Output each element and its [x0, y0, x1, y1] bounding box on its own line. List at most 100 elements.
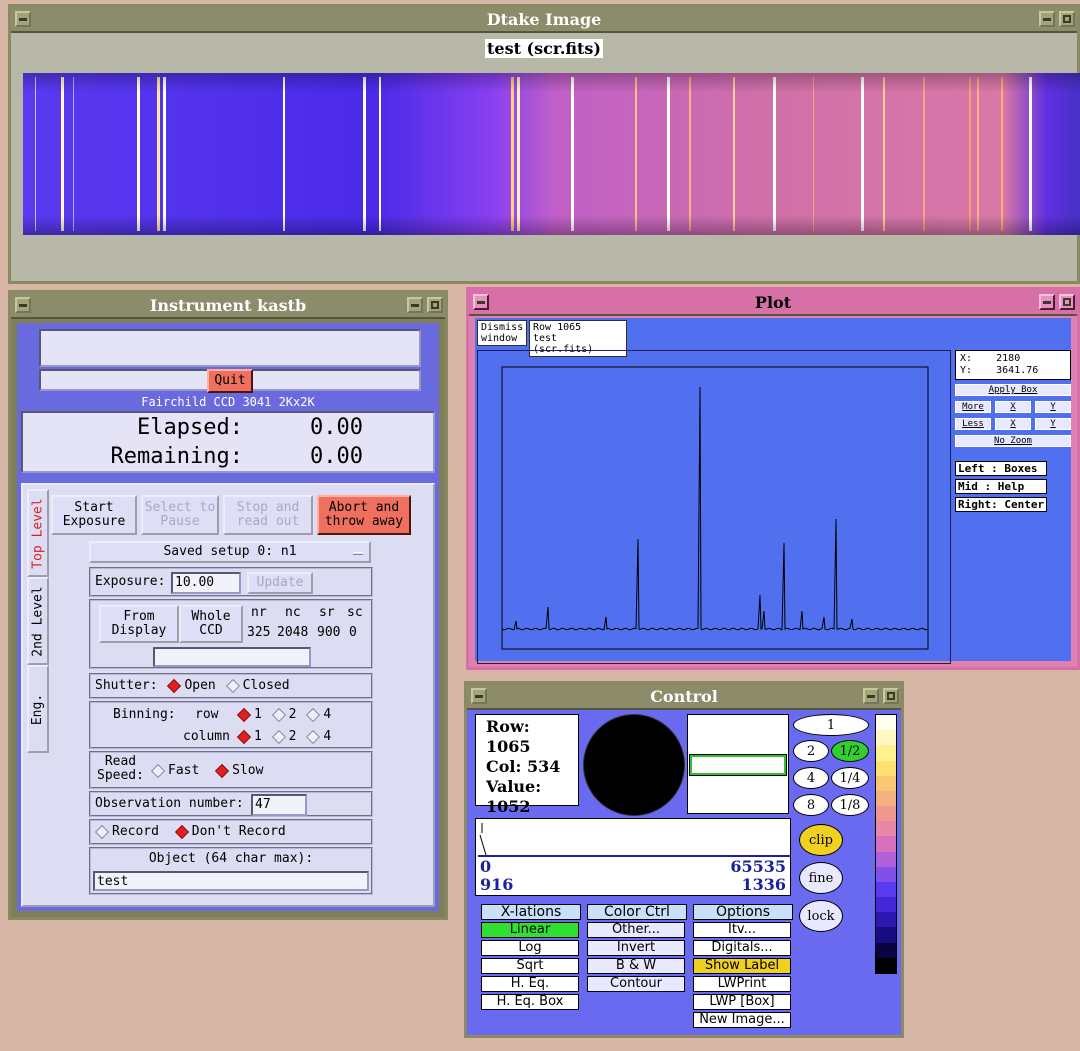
plot-window-title: Plot	[754, 292, 792, 312]
dismiss-window-button[interactable]: Dismiss window	[477, 320, 527, 346]
nr-value: 325	[247, 625, 271, 640]
itv-option[interactable]: Itv...	[693, 922, 791, 938]
from-display-button[interactable]: From Display	[99, 605, 179, 643]
quit-button[interactable]: Quit	[207, 369, 253, 393]
log-option[interactable]: Log	[481, 940, 579, 956]
window-menu-icon[interactable]	[473, 294, 489, 310]
colorbar-swatch	[876, 851, 896, 867]
bin-row-1-radio[interactable]	[236, 707, 252, 722]
bw-option[interactable]: B & W	[587, 958, 685, 974]
maximize-icon[interactable]	[1059, 11, 1075, 27]
linear-option[interactable]: Linear	[481, 922, 579, 938]
lwp-box-option[interactable]: LWP [Box]	[693, 994, 791, 1010]
histogram-panel[interactable]: 0 65535 916 1336	[475, 818, 791, 896]
plot-area[interactable]	[477, 350, 951, 664]
col-readout: Col: 534	[486, 757, 561, 776]
show-label-option[interactable]: Show Label	[693, 958, 791, 974]
exposure-input[interactable]: 10.00	[171, 572, 241, 594]
zoom-1-button[interactable]: 1	[793, 714, 869, 736]
bin-col-1-radio[interactable]	[236, 729, 252, 744]
minimize-icon[interactable]	[407, 297, 423, 313]
saved-setup-value: Saved setup 0: n1	[163, 544, 297, 560]
minimize-icon[interactable]	[863, 688, 879, 704]
ccd-label: Fairchild CCD 3041 2Kx2K	[141, 395, 315, 409]
object-input[interactable]: test	[93, 871, 369, 891]
panner-view[interactable]	[687, 714, 789, 814]
digitals-option[interactable]: Digitals...	[693, 940, 791, 956]
magnifier-view[interactable]	[583, 714, 685, 816]
zoom-quarter-button[interactable]: 1/4	[831, 767, 869, 789]
saved-setup-select[interactable]: Saved setup 0: n1	[89, 541, 371, 563]
sqrt-option[interactable]: Sqrt	[481, 958, 579, 974]
dont-record-radio[interactable]	[174, 824, 189, 839]
h-eq-box-option[interactable]: H. Eq. Box	[481, 994, 579, 1010]
sc-header: sc	[347, 605, 363, 620]
more-x-button[interactable]: X	[995, 401, 1031, 413]
plot-body: Dismiss window Row 1065 test (scr.fits) X:…	[475, 318, 1071, 664]
bin-row-2-radio[interactable]	[271, 707, 286, 722]
colorbar-swatch	[876, 715, 896, 731]
whole-ccd-button[interactable]: Whole CCD	[179, 605, 243, 643]
start-exposure-button[interactable]: Start Exposure	[51, 495, 137, 535]
zoom-4-button[interactable]: 4	[793, 767, 829, 789]
more-button[interactable]: More	[955, 401, 991, 413]
histogram-max: 65535	[730, 857, 786, 876]
apply-box-button[interactable]: Apply Box	[955, 384, 1071, 396]
less-x-button[interactable]: X	[995, 418, 1031, 430]
minimize-icon[interactable]	[1039, 294, 1055, 310]
clip-button[interactable]: clip	[799, 824, 843, 856]
less-button[interactable]: Less	[955, 418, 991, 430]
read-speed-label: Read Speed:	[97, 754, 144, 783]
less-y-button[interactable]: Y	[1035, 418, 1071, 430]
zoom-eighth-button[interactable]: 1/8	[831, 794, 869, 816]
maximize-icon[interactable]	[1059, 294, 1075, 310]
plot-titlebar[interactable]: Plot	[469, 290, 1077, 316]
more-y-button[interactable]: Y	[1035, 401, 1071, 413]
stop-and-read-out-button[interactable]: Stop and read out	[223, 495, 313, 535]
lock-button[interactable]: lock	[799, 900, 843, 932]
update-button[interactable]: Update	[247, 572, 313, 594]
observation-input[interactable]: 47	[251, 794, 307, 816]
help-right: Right: Center	[955, 497, 1047, 512]
fast-radio[interactable]	[150, 763, 166, 778]
h-eq-option[interactable]: H. Eq.	[481, 976, 579, 992]
tab-2nd-level[interactable]: 2nd Level	[27, 577, 49, 665]
minimize-icon[interactable]	[1039, 11, 1055, 27]
zoom-2-button[interactable]: 2	[793, 740, 829, 762]
maximize-icon[interactable]	[427, 297, 443, 313]
zoom-8-button[interactable]: 8	[793, 794, 829, 816]
tab-top-level[interactable]: Top Level	[27, 489, 49, 577]
maximize-icon[interactable]	[883, 688, 899, 704]
region-input[interactable]	[153, 647, 311, 667]
bin-col-4-radio[interactable]	[306, 729, 321, 744]
new-image-option[interactable]: New Image...	[693, 1012, 791, 1028]
record-radio[interactable]	[94, 824, 110, 839]
zoom-half-button[interactable]: 1/2	[831, 740, 869, 762]
panner-box[interactable]	[689, 754, 787, 776]
instrument-titlebar[interactable]: Instrument kastb	[11, 293, 445, 319]
fast-label: Fast	[168, 763, 200, 778]
bin-col-2-radio[interactable]	[271, 729, 286, 744]
shutter-closed-radio[interactable]	[225, 678, 240, 693]
colorbar-swatch	[876, 881, 896, 898]
spectrum-image[interactable]	[23, 73, 1080, 235]
fine-button[interactable]: fine	[799, 862, 843, 894]
tab-eng[interactable]: Eng.	[27, 665, 49, 753]
shutter-open-radio[interactable]	[167, 678, 182, 693]
select-to-pause-button[interactable]: Select to Pause	[141, 495, 219, 535]
colorbar[interactable]	[875, 714, 897, 974]
no-zoom-button[interactable]: No Zoom	[955, 435, 1071, 447]
slow-radio[interactable]	[215, 763, 230, 778]
window-menu-icon[interactable]	[15, 297, 31, 313]
contour-option[interactable]: Contour	[587, 976, 685, 992]
bin-row-4-radio[interactable]	[306, 707, 321, 722]
invert-option[interactable]: Invert	[587, 940, 685, 956]
lwprint-option[interactable]: LWPrint	[693, 976, 791, 992]
other-option[interactable]: Other...	[587, 922, 685, 938]
abort-button[interactable]: Abort and throw away	[317, 495, 411, 535]
window-menu-icon[interactable]	[471, 688, 487, 704]
dtake-titlebar[interactable]: Dtake Image	[11, 7, 1077, 33]
colorbar-swatch	[876, 806, 896, 822]
control-titlebar[interactable]: Control	[467, 684, 901, 710]
window-menu-icon[interactable]	[15, 11, 31, 27]
